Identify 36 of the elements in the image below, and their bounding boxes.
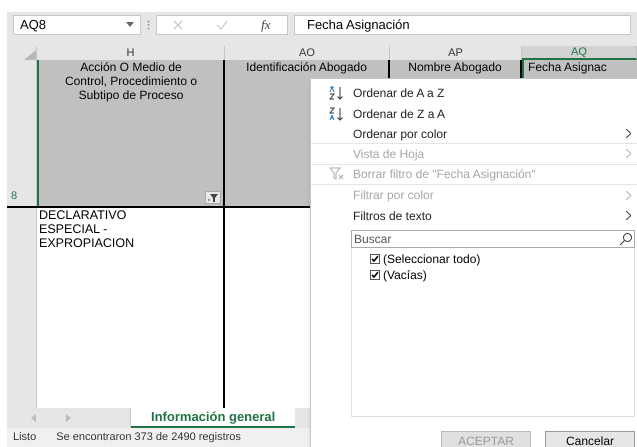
submenu-chevron-icon [626,190,631,200]
checkbox[interactable] [370,254,380,264]
sort-ascending-icon [329,86,345,100]
value-label[interactable]: (Seleccionar todo) [383,250,480,268]
formula-input[interactable]: Fecha Asignación [294,14,631,35]
menu-item[interactable]: Ordenar por color [311,124,637,144]
search-field[interactable]: Buscar [351,230,635,248]
header-cell: Acción O Medio de Control, Procedimiento o Subtipo de Proceso [37,60,225,206]
scroll-right-icon[interactable] [66,414,71,422]
function-button[interactable]: fx [261,15,271,35]
scroll-left-icon[interactable] [31,414,36,422]
select-all-corner-icon[interactable] [24,50,36,60]
row-header[interactable] [7,208,37,408]
check-icon[interactable] [216,20,228,30]
sort-descending-icon [329,106,345,121]
menu-item-label: Filtros de texto [353,208,433,225]
filter-button[interactable] [205,191,221,204]
dialog-button[interactable]: Cancelar [545,431,635,447]
menu-item[interactable]: Filtros de texto [311,206,637,226]
sheet-tab[interactable]: Información general [131,408,296,428]
submenu-chevron-icon [626,149,631,158]
dropdown-caret-icon [126,22,134,28]
search-icon [619,232,633,246]
clear-filter-icon [329,167,345,182]
name-box[interactable]: AQ8 [13,14,141,35]
checkbox[interactable] [370,270,380,280]
row-number[interactable]: 8 [11,188,18,204]
cell-reference: AQ8 [20,16,46,34]
submenu-chevron-icon [626,129,631,138]
cancel-icon[interactable] [173,20,184,30]
value-label[interactable]: (Vacías) [383,266,427,284]
column-header[interactable]: AQ [522,46,637,60]
submenu-chevron-icon [626,211,631,220]
status-message: Se encontraron 373 de 2490 registros [56,430,241,446]
grip-icon [147,20,150,30]
status-mode: Listo [13,430,36,446]
